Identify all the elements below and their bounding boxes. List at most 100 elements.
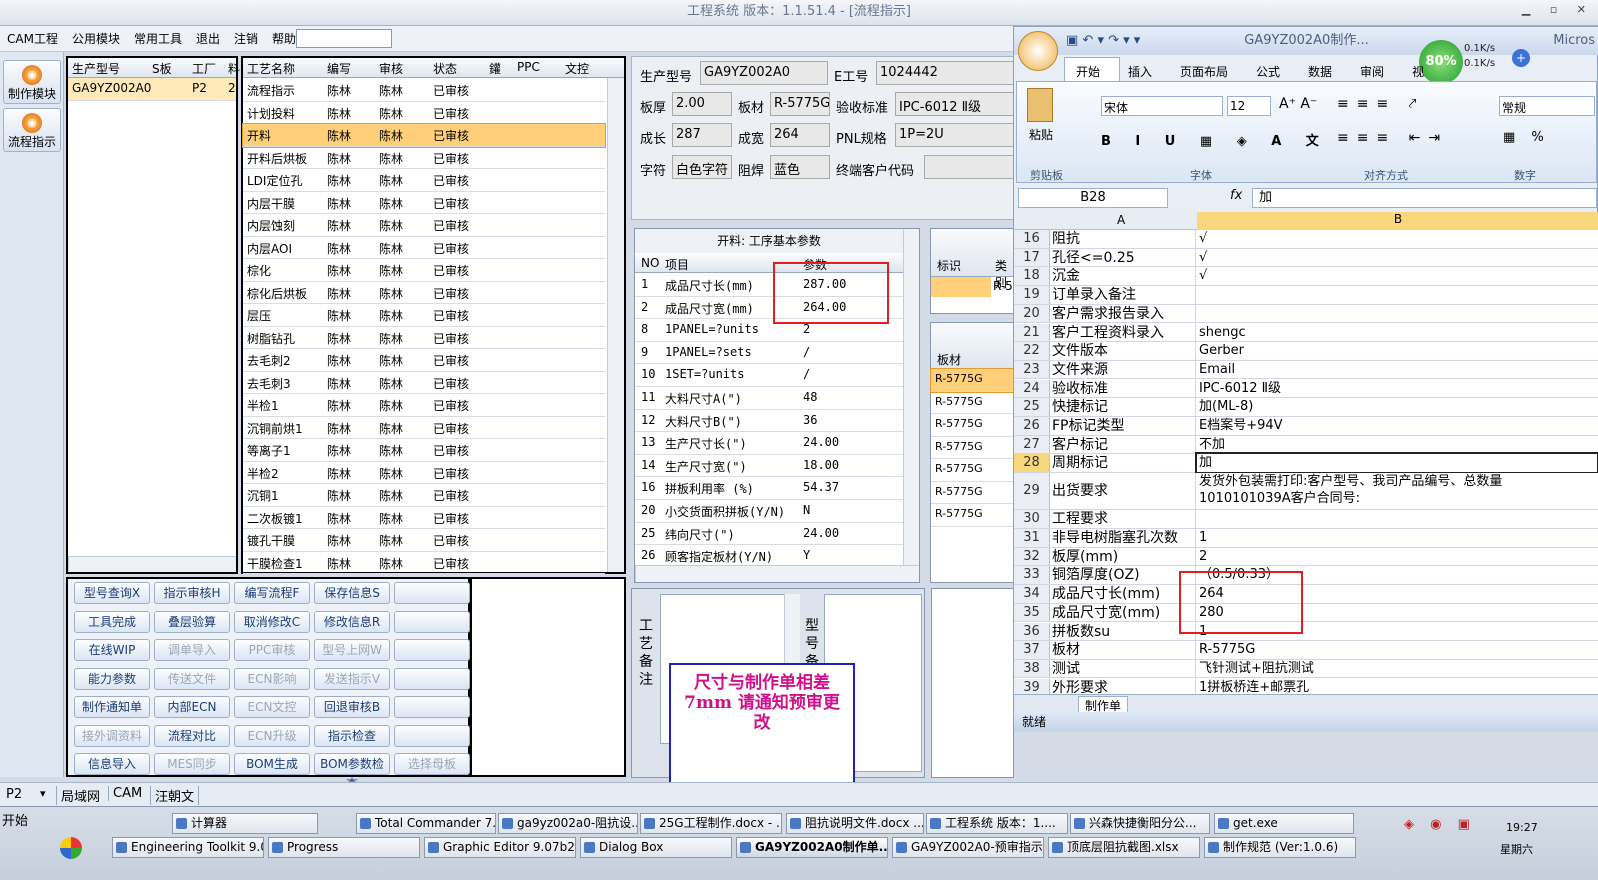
action-button[interactable]: BOM参数检查	[314, 753, 390, 791]
row-number[interactable]: 34	[1014, 585, 1050, 603]
row-number[interactable]: 35	[1014, 603, 1050, 622]
process-row[interactable]: 树脂钻孔 陈林 陈林 已审核	[243, 327, 605, 349]
process-row[interactable]: LDI定位孔 陈林 陈林 已审核	[243, 169, 605, 192]
process-col-header[interactable]: PPC	[517, 60, 540, 74]
params-hscrollbar[interactable]	[635, 565, 919, 582]
cell-a[interactable]: 出货要求	[1050, 473, 1196, 510]
row-number[interactable]: 28	[1014, 454, 1050, 472]
action-button[interactable]: MES同步	[154, 753, 230, 775]
tray-icons[interactable]: ◈ ◉ ▣	[1404, 817, 1476, 832]
action-button[interactable]: 叠层验算	[154, 610, 230, 633]
cell-a[interactable]: 板材	[1050, 641, 1196, 659]
board-row[interactable]: R-5775G	[931, 392, 1013, 414]
process-row[interactable]: 沉铜1 陈林 陈林 已审核	[243, 484, 605, 507]
mask-field[interactable]: 蓝色	[770, 155, 830, 179]
cell-a[interactable]: 文件来源	[1050, 360, 1196, 379]
taskbar-item[interactable]: 阻抗说明文件.docx ...	[786, 813, 924, 834]
cell-b[interactable]: R-5775G	[1197, 641, 1597, 659]
taskbar-item[interactable]: 计算器	[172, 813, 318, 834]
cell-a[interactable]: 订单录入备注	[1050, 286, 1196, 304]
cell-a[interactable]: 外形要求	[1050, 678, 1196, 694]
material-field[interactable]: R-5775G	[770, 92, 830, 116]
number-buttons[interactable]: ▦ %	[1503, 130, 1550, 145]
action-button[interactable]	[394, 667, 470, 690]
cell-a[interactable]: 非导电树脂塞孔次数	[1050, 529, 1196, 547]
size-select[interactable]: 12	[1227, 96, 1271, 116]
sheet-row[interactable]: 34 成品尺寸长(mm) 264	[1014, 585, 1598, 604]
board-row[interactable]: R-5775G	[931, 504, 1013, 527]
e-field[interactable]: 1024442	[876, 61, 1016, 85]
sheet-row[interactable]: 39 外形要求 1拼板桥连+邮票孔	[1014, 678, 1598, 694]
factory-dropdown-icon[interactable]: ▾	[40, 787, 46, 800]
row-number[interactable]: 16	[1014, 230, 1050, 248]
action-button[interactable]: BOM生成	[234, 753, 310, 775]
tab-insert[interactable]: 插入	[1128, 63, 1152, 80]
process-col-header[interactable]: 工艺名称	[247, 60, 295, 77]
row-number[interactable]: 37	[1014, 641, 1050, 659]
action-button[interactable]: 制作通知单	[74, 696, 150, 718]
sheet-row[interactable]: 32 板厚(mm) 2	[1014, 547, 1598, 567]
action-button[interactable]: ECN升级	[234, 724, 310, 747]
menu-tools[interactable]: 常用工具	[127, 26, 189, 52]
taskbar-item[interactable]: ga9yz002a0-阻抗设...	[498, 813, 638, 834]
model-hscrollbar[interactable]	[68, 556, 236, 572]
action-button[interactable]: ECN文控	[234, 696, 310, 718]
process-row[interactable]: 开料后烘板 陈林 陈林 已审核	[243, 147, 605, 169]
width-field[interactable]: 264	[770, 123, 830, 147]
sheet-row[interactable]: 19 订单录入备注	[1014, 286, 1598, 305]
board-row[interactable]: R-5775G	[931, 459, 1013, 482]
sheet-row[interactable]: 20 客户需求报告录入	[1014, 304, 1598, 324]
cell-b[interactable]: √	[1197, 230, 1597, 248]
process-row[interactable]: 开料 陈林 陈林 已审核	[242, 123, 606, 148]
params-row[interactable]: 13 生产尺寸长(") 24.00	[635, 432, 903, 455]
sheet-row[interactable]: 22 文件版本 Gerber	[1014, 342, 1598, 361]
action-button[interactable]	[394, 582, 470, 604]
action-button[interactable]: 保存信息S	[314, 582, 390, 604]
params-col-header[interactable]: 项目	[665, 256, 689, 273]
office-button[interactable]	[1018, 31, 1058, 71]
process-col-header[interactable]: 文控	[565, 60, 589, 77]
cell-b[interactable]	[1197, 286, 1597, 304]
cell-b[interactable]: 1拼板桥连+邮票孔	[1197, 679, 1597, 694]
align-top-buttons[interactable]: ≡≡≡ ⤤	[1337, 96, 1425, 112]
sheet-row[interactable]: 33 铜箔厚度(OZ) （0.5/0.33）	[1014, 566, 1598, 585]
row-number[interactable]: 18	[1014, 267, 1050, 285]
model-col-header[interactable]: 料	[228, 60, 240, 77]
cell-a[interactable]: 测试	[1050, 659, 1196, 678]
name-box[interactable]: B28	[1018, 188, 1168, 208]
sheet-row[interactable]: 18 沉金 √	[1014, 267, 1598, 286]
paste-icon[interactable]	[1027, 88, 1053, 122]
action-button[interactable]: 能力参数	[74, 667, 150, 690]
cell-a[interactable]: 成品尺寸长(mm)	[1050, 585, 1196, 603]
cell-a[interactable]: 铜箔厚度(OZ)	[1050, 566, 1196, 584]
action-button[interactable]: 取消修改C	[234, 610, 310, 633]
taskbar-item[interactable]: Engineering Toolkit 9.07...	[112, 837, 264, 858]
process-row[interactable]: 半检2 陈林 陈林 已审核	[243, 462, 605, 484]
action-button[interactable]: 工具完成	[74, 610, 150, 633]
align-buttons[interactable]: ≡≡≡ ⇤⇥	[1337, 130, 1448, 146]
tab-view[interactable]: 视	[1412, 63, 1424, 80]
cell-a[interactable]: 拼板数su	[1050, 622, 1196, 640]
menu-common[interactable]: 公用模块	[65, 26, 127, 52]
action-button[interactable]	[394, 696, 470, 718]
action-button[interactable]: 传送文件	[154, 667, 230, 690]
params-vscrollbar[interactable]	[903, 229, 919, 565]
process-row[interactable]: 等离子1 陈林 陈林 已审核	[243, 439, 605, 462]
cell-b[interactable]: 2	[1197, 548, 1597, 566]
action-button[interactable]: 流程对比	[154, 724, 230, 747]
cell-b[interactable]	[1197, 305, 1597, 323]
params-row[interactable]: 14 生产尺寸宽(") 18.00	[635, 455, 903, 478]
row-number[interactable]: 29	[1014, 473, 1050, 510]
cell-b[interactable]: 加(ML-8)	[1197, 398, 1597, 416]
font-style-buttons[interactable]: B I U ▦ ◈ A 文	[1101, 130, 1329, 149]
number-format-select[interactable]: 常规	[1499, 96, 1595, 116]
model-col-header[interactable]: 工厂	[192, 60, 216, 77]
row-number[interactable]: 36	[1014, 622, 1050, 640]
cell-b[interactable]: √	[1197, 249, 1597, 267]
taskbar-item[interactable]: 制作规范 (Ver:1.0.6)	[1204, 837, 1356, 858]
cell-a[interactable]: 客户标记	[1050, 435, 1196, 454]
plus-icon[interactable]: +	[1512, 49, 1530, 67]
cell-b[interactable]: Gerber	[1197, 342, 1597, 360]
action-button[interactable]: 接外调资料	[74, 724, 150, 747]
sheet-row[interactable]: 16 阻抗 √	[1014, 230, 1598, 249]
